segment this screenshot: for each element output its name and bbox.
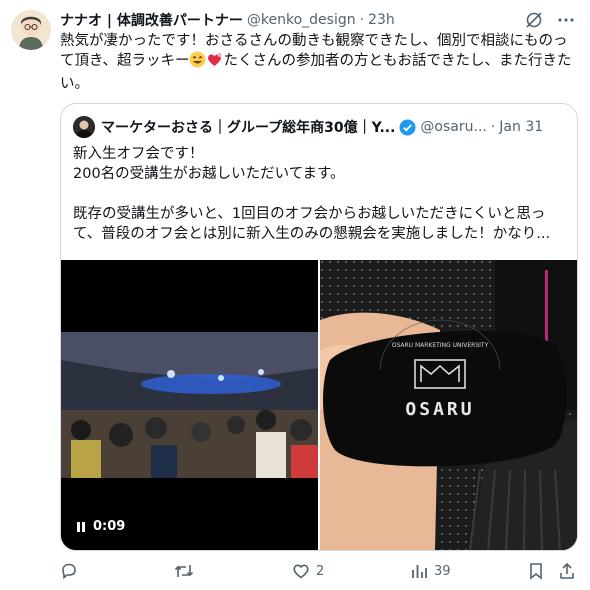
quoted-date: Jan 31 <box>499 119 544 135</box>
like-button[interactable]: 2 <box>292 562 324 580</box>
grinning-emoji <box>189 51 206 74</box>
mask-photo-image: OSARU MARKETING UNIVERSITY OSARU <box>320 260 577 550</box>
tweet-time[interactable]: 23h <box>368 12 395 28</box>
share-button[interactable] <box>558 562 576 580</box>
video-frame <box>61 260 318 550</box>
mask-big-text: OSARU <box>405 399 474 420</box>
quoted-author-handle: @osaru... <box>420 119 487 135</box>
quoted-line-4: 既存の受講生が多いと、1回目のオフ会からお越しいただきにくいと思って、普段のオフ… <box>73 206 551 242</box>
quoted-tweet-header: マーケターおさる｜グループ総年商30億｜Y... @osaru... · Jan… <box>73 116 565 138</box>
author-handle[interactable]: @kenko_design <box>247 12 356 28</box>
share-icon <box>560 562 574 579</box>
grok-icon[interactable] <box>524 10 544 30</box>
retweet-button[interactable] <box>174 562 200 580</box>
reply-icon <box>62 563 76 580</box>
separator-dot: · <box>359 12 365 28</box>
reply-button[interactable] <box>60 562 84 580</box>
verified-icon <box>399 119 416 135</box>
mask-photo[interactable]: OSARU MARKETING UNIVERSITY OSARU <box>320 260 577 550</box>
video-controls: 0:09 <box>75 519 125 534</box>
action-bar: 2 39 <box>60 562 580 584</box>
views-count: 39 <box>434 563 451 579</box>
mask-small-text: OSARU MARKETING UNIVERSITY <box>392 342 489 349</box>
quoted-line-2: 200名の受講生がお越しいただいてます。 <box>73 166 345 182</box>
views-icon <box>412 565 427 578</box>
heart-emoji <box>206 51 223 74</box>
author-avatar[interactable] <box>11 10 51 50</box>
quoted-media: 0:09 OSARU MARKETING UNIVERSITY OSARU <box>61 260 577 550</box>
quoted-line-1: 新入生オフ会です！ <box>73 146 204 162</box>
quoted-separator-dot: · <box>490 119 496 135</box>
quoted-author-avatar <box>73 116 95 138</box>
bookmark-icon <box>530 563 542 580</box>
pause-icon[interactable] <box>75 521 87 533</box>
like-icon <box>293 564 309 579</box>
like-count: 2 <box>316 563 325 579</box>
quoted-avatar-icon <box>73 116 95 138</box>
quoted-tweet[interactable]: マーケターおさる｜グループ総年商30億｜Y... @osaru... · Jan… <box>60 103 578 551</box>
tweet-header: ナナオ | 体調改善パートナー @kenko_design · 23h <box>60 10 576 30</box>
video-timestamp: 0:09 <box>93 519 126 534</box>
more-icon[interactable] <box>556 10 576 30</box>
quoted-line-gap <box>73 184 565 204</box>
video-player[interactable]: 0:09 <box>61 260 318 550</box>
quoted-tweet-text: 新入生オフ会です！ 200名の受講生がお越しいただいてます。 既存の受講生が多い… <box>73 144 565 244</box>
quoted-author-name: マーケターおさる｜グループ総年商30億｜Y... <box>101 120 396 136</box>
tweet-text: 熱気が凄かったです！おさるさんの動きも観察できたし、個別で相談にものって頂き、超… <box>60 31 580 94</box>
bookmark-button[interactable] <box>528 562 544 580</box>
author-name[interactable]: ナナオ | 体調改善パートナー <box>60 10 243 30</box>
views-button[interactable]: 39 <box>410 562 451 580</box>
retweet-icon <box>174 565 194 577</box>
avatar-illustration-icon <box>11 10 51 50</box>
